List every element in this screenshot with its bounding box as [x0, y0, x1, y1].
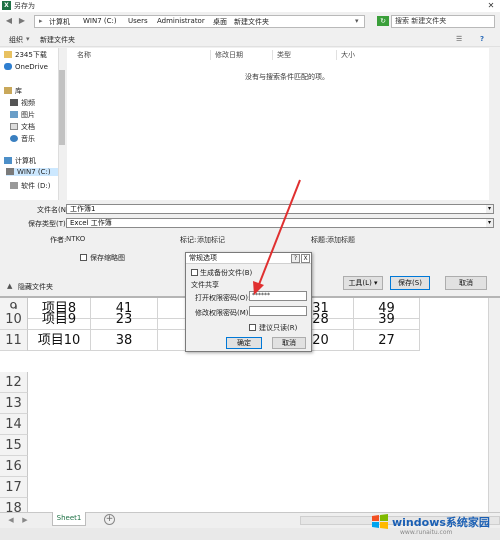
- annotation-arrow-icon: [253, 179, 301, 295]
- windows-logo-icon: [372, 514, 388, 529]
- watermark-text: windows系统家园: [392, 516, 490, 529]
- watermark-url: www.runaitu.com: [400, 529, 453, 536]
- watermark: windows系统家园 www.runaitu.com: [370, 508, 500, 540]
